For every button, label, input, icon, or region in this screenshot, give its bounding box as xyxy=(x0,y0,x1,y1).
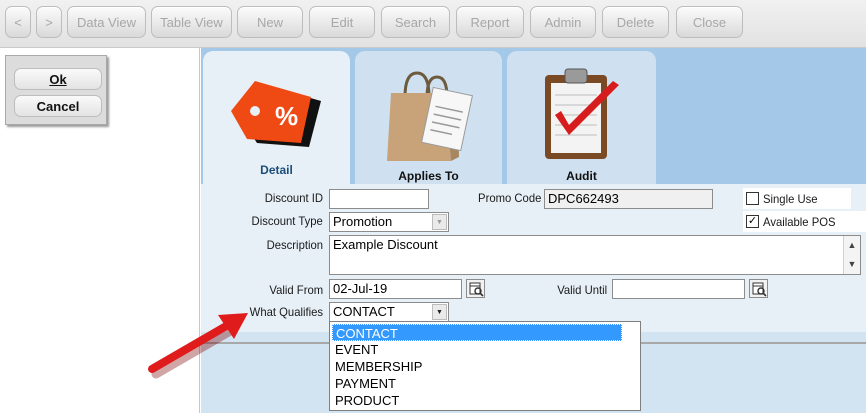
new-button[interactable]: New xyxy=(237,6,303,38)
dropdown-option[interactable]: MEMBERSHIP xyxy=(332,358,622,375)
valid-until-label: Valid Until xyxy=(557,283,607,297)
what-qualifies-value: CONTACT xyxy=(333,304,395,319)
tab-audit[interactable]: Audit xyxy=(507,51,656,184)
tab-applies-to-label: Applies To xyxy=(398,169,459,183)
scroll-up-icon[interactable]: ▲ xyxy=(844,237,860,253)
tab-detail-label: Detail xyxy=(260,163,293,177)
promo-code-label: Promo Code xyxy=(477,191,541,205)
discount-type-label: Discount Type xyxy=(251,214,323,228)
description-field[interactable]: Example Discount xyxy=(329,235,861,275)
admin-button[interactable]: Admin xyxy=(530,6,596,38)
valid-until-field[interactable] xyxy=(612,279,745,299)
prev-record-button[interactable]: < xyxy=(5,6,31,38)
cancel-button[interactable]: Cancel xyxy=(14,95,102,117)
discount-type-value: Promotion xyxy=(333,214,393,229)
red-arrow-annotation xyxy=(148,313,248,379)
svg-text:%: % xyxy=(275,101,298,131)
valid-from-label: Valid From xyxy=(269,283,323,297)
description-scrollbar[interactable]: ▲ ▼ xyxy=(843,236,860,274)
action-box: Ok Cancel xyxy=(5,55,107,125)
valid-from-field[interactable]: 02-Jul-19 xyxy=(329,279,462,299)
scroll-down-icon[interactable]: ▼ xyxy=(844,256,860,272)
description-label: Description xyxy=(266,238,323,252)
available-pos-checkbox[interactable]: ✓ xyxy=(746,215,759,228)
what-qualifies-select[interactable]: CONTACT ▼ xyxy=(329,302,449,322)
valid-from-calendar-button[interactable] xyxy=(466,279,485,298)
dropdown-option[interactable]: CONTACT xyxy=(332,324,622,341)
calendar-icon xyxy=(469,282,484,297)
tab-applies-to[interactable]: Applies To xyxy=(355,51,502,184)
tab-detail[interactable]: % Detail xyxy=(203,51,350,184)
valid-until-calendar-button[interactable] xyxy=(749,279,768,298)
dropdown-option[interactable]: PRODUCT xyxy=(332,392,622,409)
edit-button[interactable]: Edit xyxy=(309,6,375,38)
report-button[interactable]: Report xyxy=(456,6,524,38)
tab-audit-label: Audit xyxy=(566,169,597,183)
toolbar: < > Data View Table View New Edit Search… xyxy=(0,0,866,48)
close-button[interactable]: Close xyxy=(676,6,743,38)
chevron-down-icon[interactable]: ▼ xyxy=(432,304,447,320)
single-use-checkbox[interactable] xyxy=(746,192,759,205)
discount-id-label: Discount ID xyxy=(264,191,323,205)
main-panel: % Detail Applies To Audit Discount ID Pr… xyxy=(201,48,866,413)
ok-button[interactable]: Ok xyxy=(14,68,102,90)
next-record-button[interactable]: > xyxy=(36,6,62,38)
dropdown-option[interactable]: EVENT xyxy=(332,341,622,358)
search-button[interactable]: Search xyxy=(381,6,450,38)
available-pos-label: Available POS xyxy=(763,215,836,229)
promo-code-field[interactable]: DPC662493 xyxy=(544,189,713,209)
chevron-down-icon[interactable]: ▼ xyxy=(432,214,447,230)
single-use-label: Single Use xyxy=(763,192,818,206)
discount-type-select[interactable]: Promotion ▼ xyxy=(329,212,449,232)
what-qualifies-dropdown-list: CONTACT EVENT MEMBERSHIP PAYMENT PRODUCT xyxy=(329,321,641,411)
table-view-button[interactable]: Table View xyxy=(151,6,232,38)
what-qualifies-label: What Qualifies xyxy=(249,305,323,319)
data-view-button[interactable]: Data View xyxy=(67,6,146,38)
shopping-bag-icon xyxy=(387,71,473,161)
calendar-icon xyxy=(752,282,767,297)
delete-button[interactable]: Delete xyxy=(602,6,669,38)
cancel-label: Cancel xyxy=(36,98,80,114)
discount-tag-icon: % xyxy=(231,81,321,147)
dropdown-option[interactable]: PAYMENT xyxy=(332,375,622,392)
ok-label: Ok xyxy=(49,71,67,87)
discount-id-field[interactable] xyxy=(329,189,429,209)
clipboard-check-icon xyxy=(545,68,619,159)
description-value: Example Discount xyxy=(333,237,438,252)
